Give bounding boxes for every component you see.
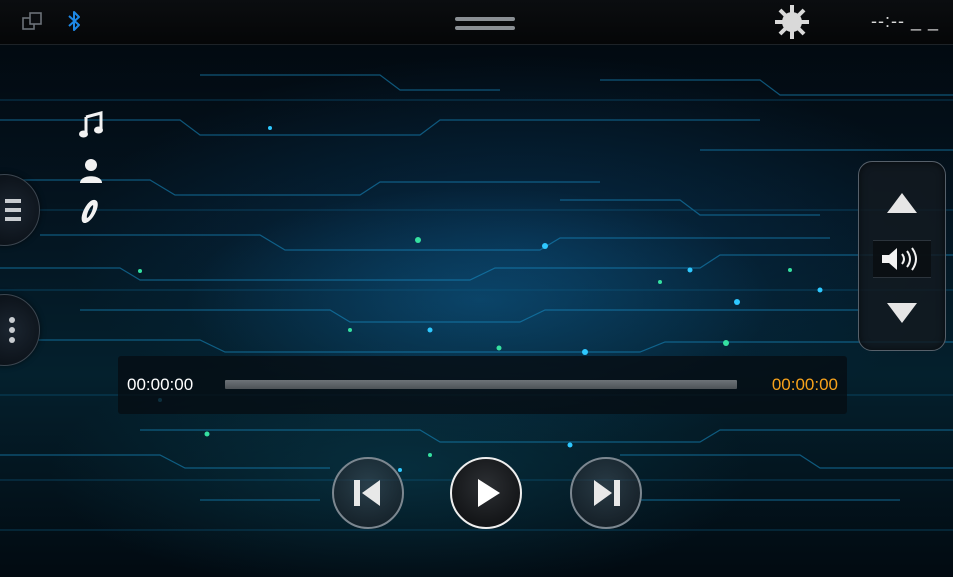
elapsed-time: 00:00:00 (127, 375, 194, 394)
brightness-icon[interactable] (774, 4, 810, 40)
bluetooth-icon (68, 11, 80, 31)
volume-up-button[interactable] (886, 192, 918, 214)
drag-handle-icon[interactable] (455, 15, 515, 33)
skip-previous-icon (354, 480, 380, 506)
music-player-screen: --:-- _ _ 00:00:00 00:00:00 (0, 0, 953, 577)
play-icon (478, 479, 500, 507)
multiwindow-icon[interactable] (22, 11, 44, 33)
vertical-dots-icon (9, 317, 15, 343)
next-track-button[interactable] (570, 457, 642, 529)
progress-panel: 00:00:00 00:00:00 (118, 356, 847, 414)
album-icon (81, 199, 98, 224)
skip-next-icon (594, 480, 620, 506)
total-time: 00:00:00 (771, 375, 838, 394)
play-button[interactable] (450, 457, 522, 529)
seek-bar[interactable] (225, 380, 737, 389)
clock: --:-- _ _ (870, 11, 939, 31)
artist-icon (80, 159, 102, 183)
status-bar: --:-- _ _ (0, 0, 953, 45)
hamburger-menu-icon (5, 199, 21, 221)
volume-indicator (873, 240, 931, 278)
music-note-icon (79, 111, 103, 138)
volume-down-button[interactable] (886, 302, 918, 324)
speaker-icon (882, 247, 917, 271)
volume-panel (858, 161, 946, 351)
previous-track-button[interactable] (332, 457, 404, 529)
